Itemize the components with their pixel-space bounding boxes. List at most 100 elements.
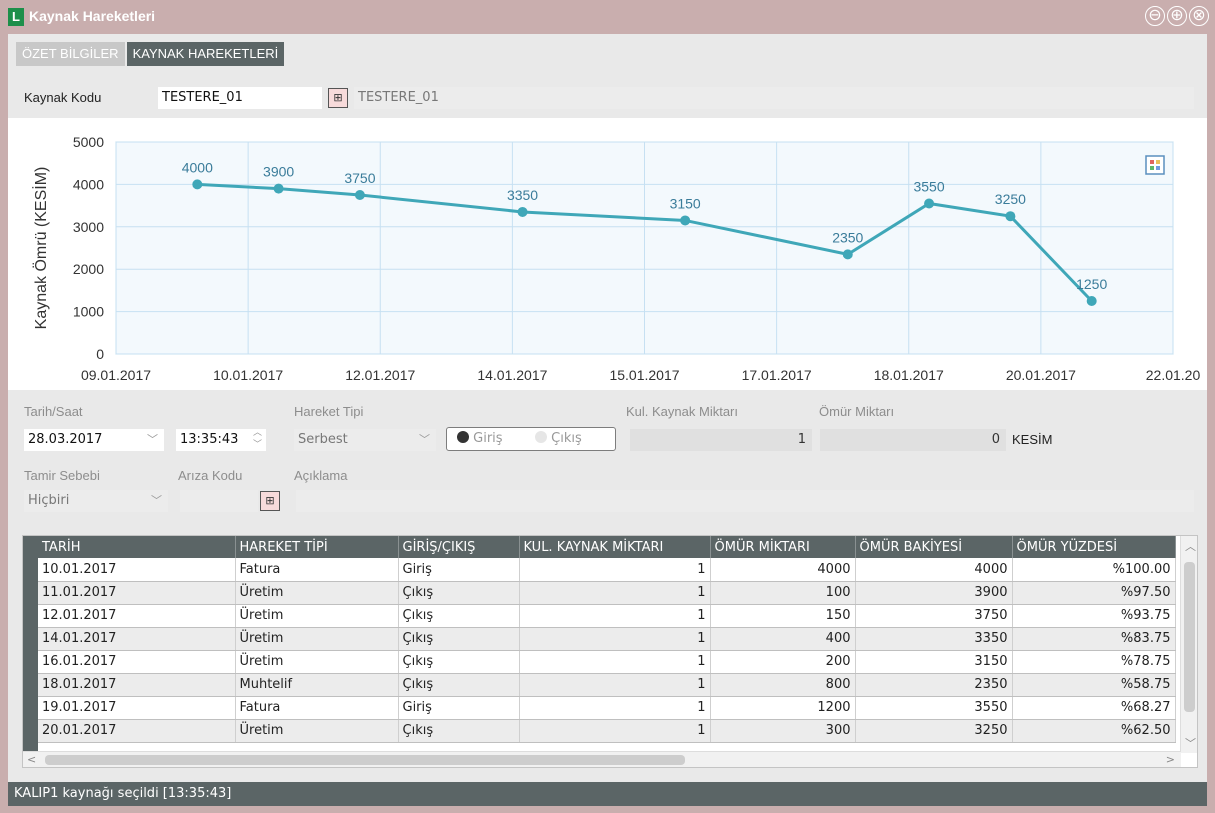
radio-in-label: Giriş (473, 431, 503, 446)
minimize-icon[interactable]: ⊖ (1145, 6, 1165, 26)
status-bar: KALIP1 kaynağı seçildi [13:35:43] (8, 782, 1207, 806)
time-input[interactable]: 13:35:43 ︿ ﹀ (176, 427, 266, 451)
table-row[interactable]: 19.01.2017 Fatura Giriş 1 1200 3550 %68.27 (38, 696, 1176, 720)
window: L Kaynak Hareketleri ⊖ ⊕ ⊗ ÖZET BİLGİLER… (0, 0, 1215, 813)
vertical-scrollbar[interactable]: ︿ ﹀ (1180, 536, 1197, 753)
fault-code-input[interactable] (180, 490, 258, 512)
column-header-life-percent[interactable]: ÖMÜR YÜZDESİ (1012, 536, 1176, 558)
fault-lookup-icon[interactable]: ⊞ (260, 491, 280, 511)
description-input[interactable] (296, 490, 1194, 512)
column-header-life-qty[interactable]: ÖMÜR MİKTARI (710, 536, 856, 558)
resource-code-row: Kaynak Kodu TESTERE_01 ⊞ TESTERE_01 (8, 86, 1207, 110)
data-label: 4000 (182, 159, 213, 175)
table-row[interactable]: 16.01.2017 Üretim Çıkış 1 200 3150 %78.75 (38, 650, 1176, 674)
resource-description: TESTERE_01 (354, 87, 1194, 109)
data-point (924, 198, 935, 209)
radio-out[interactable]: Çıkış (535, 431, 582, 446)
table-cell: Fatura (235, 696, 399, 720)
table-cell: 10.01.2017 (38, 558, 236, 582)
title-bar[interactable]: L Kaynak Hareketleri ⊖ ⊕ ⊗ (0, 0, 1215, 34)
table-cell: 100 (710, 581, 856, 605)
time-value: 13:35:43 (180, 432, 239, 447)
table-row[interactable]: 20.01.2017 Üretim Çıkış 1 300 3250 %62.50 (38, 719, 1176, 743)
table-cell: 3150 (855, 650, 1013, 674)
data-label: 1250 (1076, 276, 1107, 292)
column-header-life-balance[interactable]: ÖMÜR BAKİYESİ (855, 536, 1013, 558)
scroll-left-icon[interactable]: < (27, 753, 36, 766)
date-time-label: Tarih/Saat (24, 404, 83, 419)
chevron-down-icon[interactable]: ﹀ (419, 429, 430, 451)
table-cell: %83.75 (1012, 627, 1176, 651)
column-header-movement-type[interactable]: HAREKET TİPİ (235, 536, 399, 558)
table-cell: Giriş (398, 696, 520, 720)
table-row[interactable]: 12.01.2017 Üretim Çıkış 1 150 3750 %93.75 (38, 604, 1176, 628)
data-label: 3250 (995, 191, 1026, 207)
used-quantity-input[interactable]: 1 (630, 429, 812, 451)
movement-type-select[interactable]: Serbest ﹀ (294, 429, 436, 451)
x-tick-label: 09.01.2017 (81, 367, 151, 383)
scroll-down-icon[interactable]: ﹀ (1185, 735, 1196, 751)
window-controls: ⊖ ⊕ ⊗ (1145, 6, 1209, 26)
table-cell: 11.01.2017 (38, 581, 236, 605)
table-cell: 3750 (855, 604, 1013, 628)
table-cell: %58.75 (1012, 673, 1176, 697)
table-cell: Fatura (235, 558, 399, 582)
table-cell: %68.27 (1012, 696, 1176, 720)
table-cell: Çıkış (398, 650, 520, 674)
scroll-up-icon[interactable]: ︿ (1185, 538, 1196, 554)
radio-in[interactable]: Giriş (457, 431, 503, 446)
x-tick-label: 10.01.2017 (213, 367, 283, 383)
table-cell: %78.75 (1012, 650, 1176, 674)
radio-out-label: Çıkış (551, 431, 582, 446)
table-row[interactable]: 10.01.2017 Fatura Giriş 1 4000 4000 %100.00 (38, 558, 1176, 582)
lookup-button-icon[interactable]: ⊞ (328, 88, 348, 108)
table-cell: Üretim (235, 719, 399, 743)
time-stepper-icon[interactable]: ︿ ﹀ (253, 427, 262, 451)
repair-reason-select[interactable]: Hiçbiri ﹀ (24, 490, 168, 512)
repair-reason-value: Hiçbiri (28, 493, 70, 508)
horizontal-scroll-thumb[interactable] (45, 755, 685, 765)
chart-options-icon[interactable] (1145, 155, 1165, 175)
column-header-used-qty[interactable]: KUL. KAYNAK MİKTARI (519, 536, 711, 558)
chevron-down-icon[interactable]: ﹀ (151, 490, 162, 512)
x-tick-label: 22.01.20 (1146, 367, 1201, 383)
data-label: 3350 (507, 187, 538, 203)
table-cell: 200 (710, 650, 856, 674)
y-tick-label: 0 (96, 346, 104, 362)
table-cell: 150 (710, 604, 856, 628)
tab-summary[interactable]: ÖZET BİLGİLER (16, 42, 125, 66)
column-header-date[interactable]: TARİH (38, 536, 236, 558)
table-row[interactable]: 11.01.2017 Üretim Çıkış 1 100 3900 %97.50 (38, 581, 1176, 605)
table-cell: 400 (710, 627, 856, 651)
life-quantity-input[interactable]: 0 (820, 429, 1006, 451)
fault-code-label: Arıza Kodu (178, 468, 243, 483)
table-row[interactable]: 18.01.2017 Muhtelif Çıkış 1 800 2350 %58.75 (38, 673, 1176, 697)
table-cell: 3550 (855, 696, 1013, 720)
data-point (192, 179, 203, 190)
y-tick-label: 4000 (73, 176, 104, 192)
chart-options-icon-part (1156, 160, 1160, 164)
app-logo-icon: L (8, 8, 24, 26)
scroll-right-icon[interactable]: > (1166, 753, 1175, 766)
data-point (354, 190, 365, 200)
y-tick-label: 5000 (73, 134, 104, 150)
table-header-row: TARİH HAREKET TİPİ GİRİŞ/ÇIKIŞ KUL. KAYN… (38, 536, 1176, 558)
chevron-down-icon[interactable]: ﹀ (147, 429, 158, 451)
maximize-icon[interactable]: ⊕ (1167, 6, 1187, 26)
movements-grid: TARİH HAREKET TİPİ GİRİŞ/ÇIKIŞ KUL. KAYN… (22, 535, 1198, 768)
x-tick-label: 18.01.2017 (874, 367, 944, 383)
table-cell: Üretim (235, 627, 399, 651)
column-header-in-out[interactable]: GİRİŞ/ÇIKIŞ (398, 536, 520, 558)
horizontal-scrollbar[interactable]: < > (23, 751, 1181, 767)
table-row[interactable]: 14.01.2017 Üretim Çıkış 1 400 3350 %83.75 (38, 627, 1176, 651)
resource-code-input[interactable]: TESTERE_01 (158, 87, 322, 109)
data-label: 3750 (344, 170, 375, 186)
movement-type-value: Serbest (298, 432, 348, 447)
vertical-scroll-thumb[interactable] (1184, 562, 1195, 712)
table-cell: %62.50 (1012, 719, 1176, 743)
movements-table: TARİH HAREKET TİPİ GİRİŞ/ÇIKIŞ KUL. KAYN… (38, 536, 1176, 743)
repair-reason-label: Tamir Sebebi (24, 468, 100, 483)
date-input[interactable]: 28.03.2017 ﹀ (24, 429, 164, 451)
close-icon[interactable]: ⊗ (1189, 6, 1209, 26)
tab-resource-movements[interactable]: KAYNAK HAREKETLERİ (126, 42, 285, 66)
